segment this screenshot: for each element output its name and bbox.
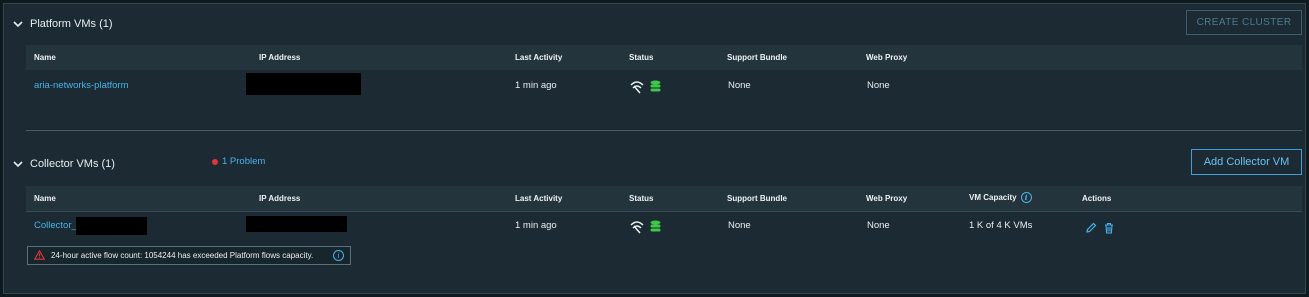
database-icon <box>650 80 661 99</box>
column-header-ip-address: IP Address <box>259 194 301 203</box>
redacted-ip-address <box>246 73 361 95</box>
database-icon <box>650 220 661 239</box>
add-collector-vm-button[interactable]: Add Collector VM <box>1191 149 1302 175</box>
column-header-web-proxy: Web Proxy <box>866 53 908 62</box>
chevron-down-icon[interactable] <box>12 158 24 170</box>
create-cluster-button[interactable]: CREATE CLUSTER <box>1186 10 1302 35</box>
web-proxy-value: None <box>867 220 890 231</box>
collector-vm-name-link[interactable]: Collector_ <box>34 220 77 231</box>
collector-table-header: Name IP Address Last Activity Status Sup… <box>26 186 1302 211</box>
chevron-down-icon[interactable] <box>12 18 24 30</box>
redacted-name-suffix <box>76 217 147 235</box>
vm-capacity-value: 1 K of 4 K VMs <box>969 220 1033 231</box>
problem-badge[interactable]: 1 Problem <box>212 156 265 167</box>
flow-capacity-alert: 24-hour active flow count: 1054244 has e… <box>27 246 351 265</box>
table-header-underline <box>26 211 1302 212</box>
signal-icon <box>630 220 644 239</box>
column-header-status: Status <box>629 194 654 203</box>
column-header-ip-address: IP Address <box>259 53 301 62</box>
column-header-actions: Actions <box>1082 194 1112 203</box>
edit-icon[interactable] <box>1085 221 1097 239</box>
alert-text: 24-hour active flow count: 1054244 has e… <box>51 251 314 260</box>
platform-section-header[interactable]: Platform VMs (1) <box>12 18 113 30</box>
trash-icon[interactable] <box>1103 221 1115 239</box>
section-divider <box>26 130 1302 131</box>
status-indicators <box>630 220 661 239</box>
support-bundle-value: None <box>728 80 751 91</box>
column-header-status: Status <box>629 53 654 62</box>
column-header-last-activity: Last Activity <box>515 194 563 203</box>
platform-table-header: Name IP Address Last Activity Status Sup… <box>26 45 1302 70</box>
last-activity-value: 1 min ago <box>515 80 557 91</box>
column-header-web-proxy: Web Proxy <box>866 194 908 203</box>
web-proxy-value: None <box>867 80 890 91</box>
vm-capacity-header-label: VM Capacity <box>969 193 1017 202</box>
collector-section-title: Collector VMs (1) <box>30 158 115 170</box>
column-header-name: Name <box>34 53 56 62</box>
column-header-name: Name <box>34 194 56 203</box>
problem-indicator-icon <box>212 158 218 165</box>
problem-label[interactable]: 1 Problem <box>222 156 265 167</box>
column-header-support-bundle: Support Bundle <box>727 53 787 62</box>
signal-icon <box>630 80 644 99</box>
platform-vm-name-link[interactable]: aria-networks-platform <box>34 80 129 91</box>
redacted-ip-address <box>246 216 347 232</box>
column-header-support-bundle: Support Bundle <box>727 194 787 203</box>
info-icon[interactable]: i <box>333 250 344 261</box>
platform-section-title: Platform VMs (1) <box>30 18 113 30</box>
last-activity-value: 1 min ago <box>515 220 557 231</box>
status-indicators <box>630 80 661 99</box>
column-header-vm-capacity: VM Capacity i <box>969 192 1032 203</box>
info-icon[interactable]: i <box>1020 192 1032 203</box>
column-header-last-activity: Last Activity <box>515 53 563 62</box>
warning-icon <box>33 249 46 262</box>
support-bundle-value: None <box>728 220 751 231</box>
collector-section-header[interactable]: Collector VMs (1) <box>12 158 115 170</box>
